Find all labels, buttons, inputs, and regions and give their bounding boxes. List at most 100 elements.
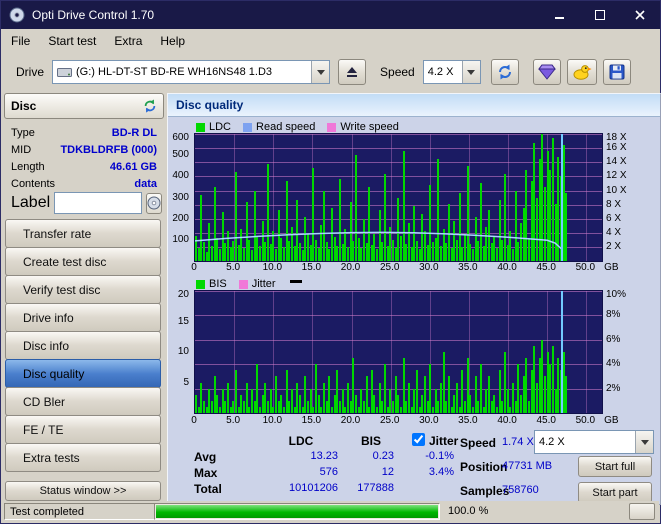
refresh-button[interactable] — [490, 59, 519, 85]
close-button[interactable] — [620, 1, 660, 29]
status-text: Test completed — [10, 505, 84, 518]
disc-type-row: Type BD-R DL — [8, 124, 160, 141]
mid-label: MID — [11, 143, 32, 156]
start-full-button[interactable]: Start full — [578, 456, 652, 477]
duck-button[interactable] — [567, 59, 597, 85]
ldc-chart-plot — [194, 133, 603, 262]
diamond-icon — [538, 64, 556, 80]
disc-quality-panel: Disc quality LDC Read speed Write speed … — [167, 93, 661, 505]
sidebar-item-drive-info[interactable]: Drive info — [5, 303, 161, 332]
length-label: Length — [11, 160, 45, 173]
maximize-button[interactable] — [580, 1, 620, 29]
type-label: Type — [11, 126, 35, 139]
label-disc-button[interactable] — [146, 192, 163, 214]
sidebar-item-disc-info[interactable]: Disc info — [5, 331, 161, 360]
ldc-x-axis: 0 5.0 10.0 15.0 20.0 25.0 30.0 35.0 40.0 45.0 50.0… — [191, 262, 619, 273]
window-title: Opti Drive Control 1.70 — [32, 8, 155, 22]
drive-select[interactable]: (G:) HL-DT-ST BD-RE WH16NS48 1.D3 — [52, 60, 331, 84]
position-row-label: Position — [460, 460, 508, 474]
speed-label: Speed — [380, 65, 415, 79]
disc-refresh-button[interactable] — [143, 99, 157, 113]
avg-ldc-value: 13.23 — [310, 450, 338, 462]
progress-bar — [154, 503, 440, 520]
toolbar: Drive (G:) HL-DT-ST BD-RE WH16NS48 1.D3 … — [2, 52, 659, 92]
contents-label: Contents — [11, 177, 56, 190]
max-ldc-value: 576 — [319, 466, 338, 478]
test-speed-select-arrow[interactable] — [635, 431, 653, 453]
sidebar-item-fe-te[interactable]: FE / TE — [5, 415, 161, 444]
menu-help[interactable]: Help — [151, 31, 194, 51]
chart1-legend: LDC Read speed Write speed — [196, 121, 411, 133]
position-row-value: 47731 MB — [502, 460, 553, 472]
sidebar-item-verify-test-disc[interactable]: Verify test disc — [5, 275, 161, 304]
jitter-checkbox[interactable] — [412, 433, 425, 446]
speed-select[interactable]: 4.2 X — [422, 60, 481, 84]
status-window-button[interactable]: Status window >> — [5, 481, 161, 501]
total-ldc-value: 10101206 — [289, 482, 338, 494]
speed-select-arrow[interactable] — [461, 61, 480, 83]
write-speed-legend-label: Write speed — [340, 121, 399, 133]
test-speed-select[interactable]: 4.2 X — [534, 430, 654, 454]
menubar: File Start test Extra Help — [2, 29, 659, 53]
toolbar-right-group — [533, 59, 631, 85]
legend-dash-icon — [289, 279, 302, 283]
bis-chart-plot — [194, 290, 603, 414]
statusbar: Test completed 100.0 % — [2, 501, 659, 522]
sidebar-item-cd-bler[interactable]: CD Bler — [5, 387, 161, 416]
disc-panel-header: Disc — [4, 93, 164, 119]
close-icon — [635, 10, 645, 20]
minimize-icon — [555, 17, 564, 19]
max-bis-value: 12 — [381, 466, 394, 478]
maximize-icon — [595, 10, 605, 20]
max-jitter-value: 3.4% — [428, 466, 454, 478]
refresh-icon — [144, 99, 156, 113]
mid-value: TDKBLDRFB (000) — [60, 143, 157, 156]
jitter-swatch-icon — [238, 279, 248, 289]
jitter-column-header: Jitter — [429, 434, 459, 448]
sidebar: Disc Type BD-R DL MID TDKBLDRFB (000) Le… — [4, 93, 164, 503]
sidebar-item-transfer-rate[interactable]: Transfer rate — [5, 219, 161, 248]
panel-header: Disc quality — [168, 94, 660, 117]
samples-row-value: 758760 — [502, 484, 539, 496]
ldc-right-axis: 18 X 16 X 14 X 12 X 10 X8 X6 X4 X2 X — [606, 132, 627, 252]
refresh-icon — [498, 64, 511, 80]
contents-value[interactable]: data — [134, 178, 157, 190]
ldc-legend-label: LDC — [209, 121, 232, 133]
sidebar-item-disc-quality[interactable]: Disc quality — [5, 359, 161, 388]
drive-icon — [57, 67, 73, 78]
titlebar: Opti Drive Control 1.70 — [1, 1, 660, 29]
disc-icon — [147, 196, 161, 210]
menu-start-test[interactable]: Start test — [39, 31, 105, 51]
sidebar-item-extra-tests[interactable]: Extra tests — [5, 443, 161, 472]
disc-contents-row: Contents data — [8, 175, 160, 192]
test-speed-select-value: 4.2 X — [539, 436, 565, 448]
speed-row-label: Speed — [460, 436, 497, 450]
window-controls — [540, 1, 660, 29]
save-button[interactable] — [603, 59, 631, 85]
label-input[interactable] — [54, 192, 143, 214]
drive-select-arrow[interactable] — [311, 61, 330, 83]
diamond-button[interactable] — [533, 59, 561, 85]
minimize-button[interactable] — [540, 1, 580, 29]
write-speed-swatch-icon — [327, 122, 337, 132]
menu-file[interactable]: File — [2, 31, 39, 51]
start-part-button[interactable]: Start part — [578, 482, 652, 503]
drive-select-value: (G:) HL-DT-ST BD-RE WH16NS48 1.D3 — [76, 66, 273, 78]
drive-label: Drive — [16, 65, 45, 79]
progress-percent: 100.0 % — [448, 505, 489, 517]
sidebar-buttons: Transfer rate Create test disc Verify te… — [4, 219, 164, 472]
read-speed-swatch-icon — [243, 122, 253, 132]
disc-length-row: Length 46.61 GB — [8, 158, 160, 175]
speed-select-value: 4.2 X — [427, 66, 454, 78]
speed-row-value: 1.74 X — [502, 436, 534, 448]
chevron-down-icon — [467, 70, 476, 79]
bis-swatch-icon — [196, 279, 205, 289]
eject-button[interactable] — [338, 59, 367, 85]
statusbar-button[interactable] — [629, 503, 655, 520]
chart2-legend: BIS Jitter — [196, 278, 302, 290]
menu-extra[interactable]: Extra — [105, 31, 151, 51]
app-window: Opti Drive Control 1.70 File Start test … — [0, 0, 661, 524]
sidebar-item-create-test-disc[interactable]: Create test disc — [5, 247, 161, 276]
bis-left-axis: 20 15 10 5 — [177, 289, 189, 388]
avg-row-label: Avg — [194, 450, 217, 464]
